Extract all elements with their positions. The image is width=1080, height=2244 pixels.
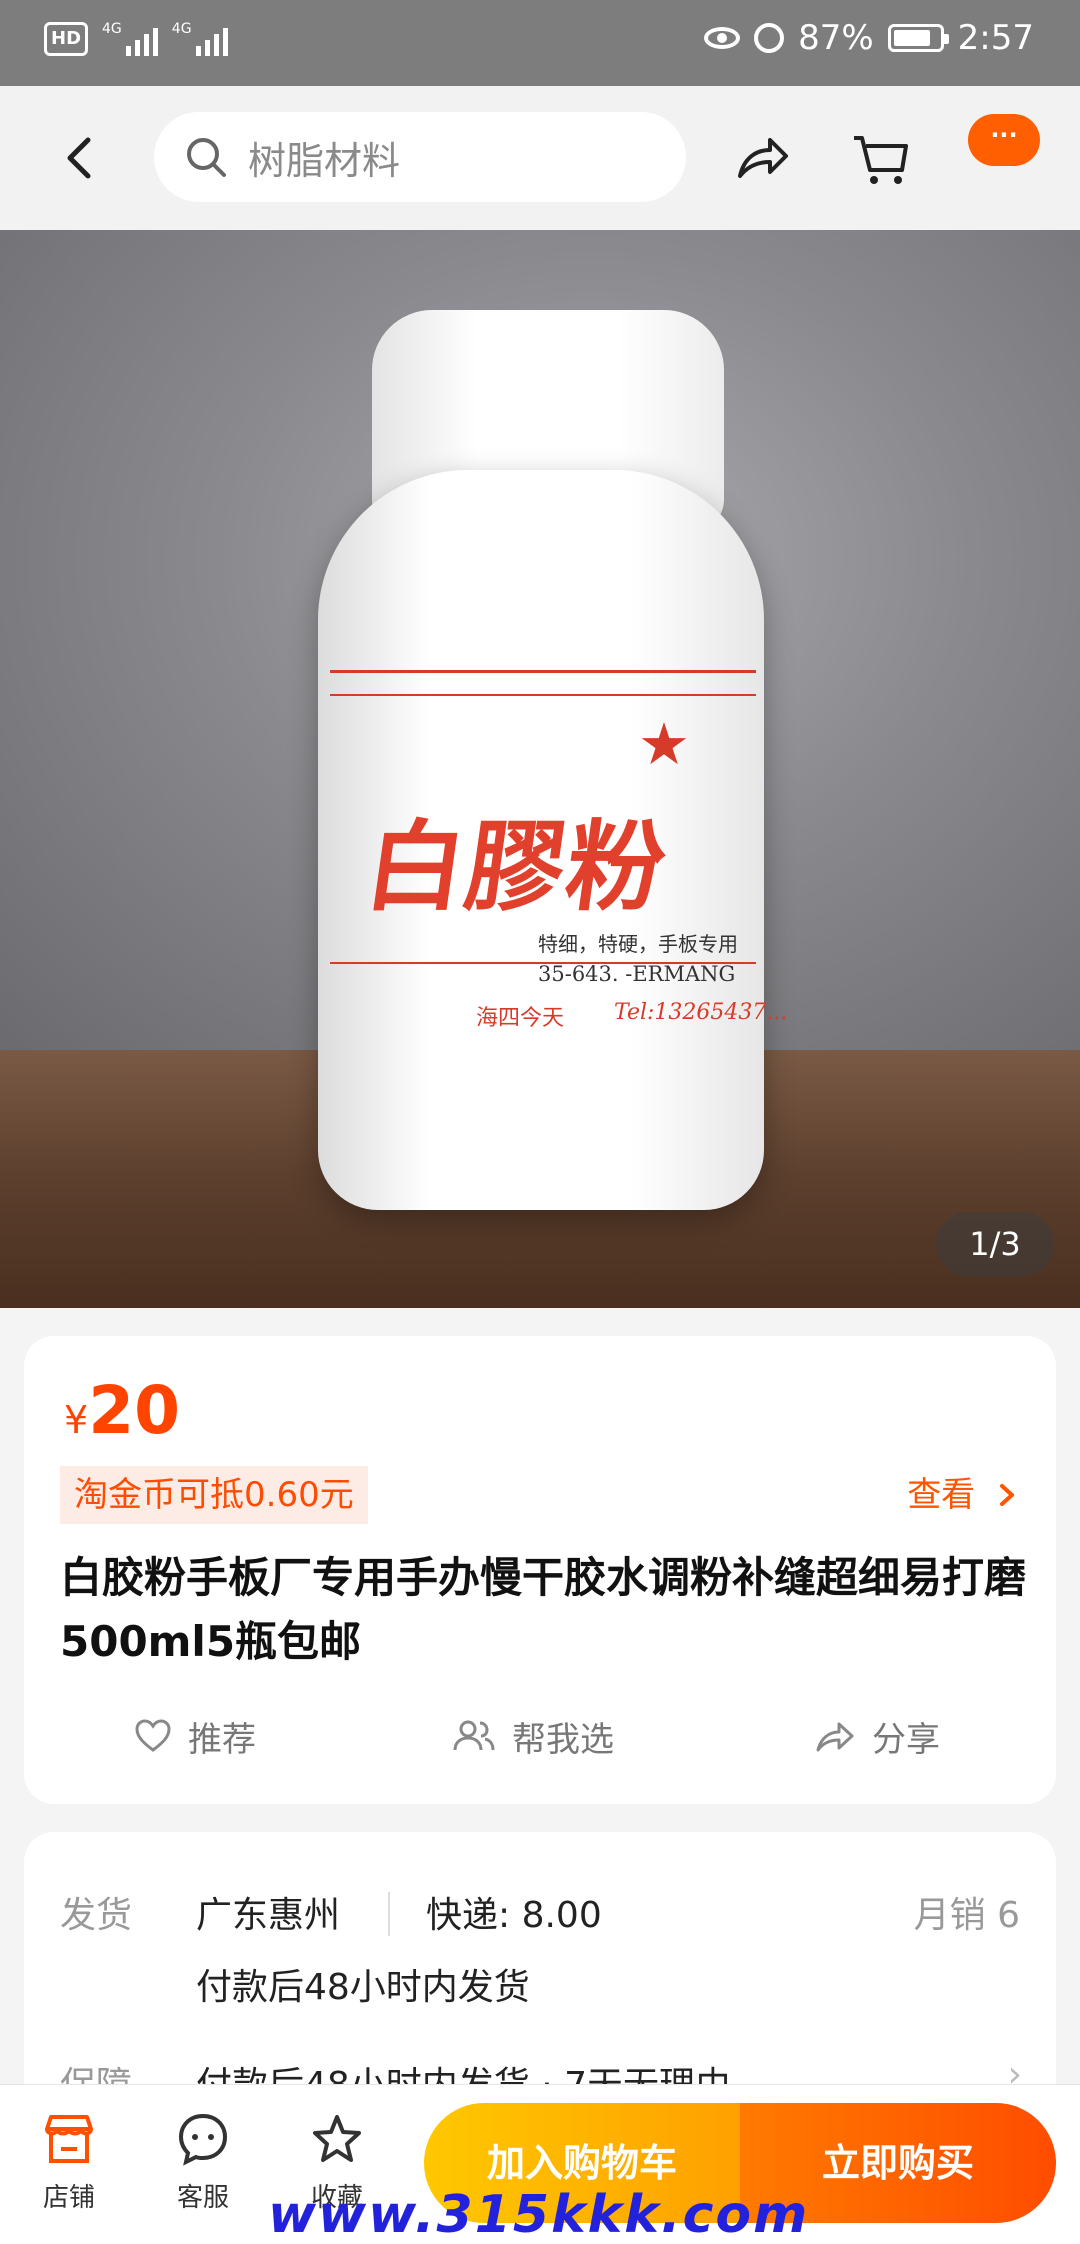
image-counter: 1/3 bbox=[936, 1212, 1054, 1276]
people-icon bbox=[453, 1720, 495, 1751]
product-title: 白胶粉手板厂专用手办慢干胶水调粉补缝超细易打磨500ml5瓶包邮 bbox=[60, 1553, 1027, 1666]
network-label: 4G bbox=[171, 21, 192, 37]
battery-percent: 87% bbox=[798, 18, 874, 58]
shop-label: 店铺 bbox=[42, 2183, 95, 2213]
shipping-label: 发货 bbox=[60, 1895, 133, 1936]
monthly-sales: 月销 6 bbox=[913, 1895, 1020, 1936]
watermark: www.315kkk.com bbox=[268, 2185, 810, 2244]
view-coupon-link[interactable]: 查看 bbox=[907, 1470, 1020, 1520]
heart-icon bbox=[135, 1719, 171, 1752]
product-actions: 推荐 帮我选 分享 bbox=[24, 1696, 1056, 1776]
share-label: 分享 bbox=[872, 1719, 940, 1760]
share-icon bbox=[738, 138, 788, 178]
help-choose-button[interactable]: 帮我选 bbox=[452, 1696, 614, 1776]
battery-icon bbox=[887, 24, 949, 52]
share-action-button[interactable]: 分享 bbox=[814, 1696, 940, 1776]
signal-icon: 4G bbox=[172, 22, 228, 56]
more-button[interactable]: ··· bbox=[968, 114, 1040, 166]
divider bbox=[388, 1892, 390, 1936]
shop-icon bbox=[45, 2115, 93, 2163]
label-tel: Tel:13265437... bbox=[614, 1000, 788, 1025]
label-text: 35-643. -ERMANG bbox=[538, 962, 736, 986]
price-card: ¥20 淘金币可抵0.60元 查看 白胶粉手板厂专用手办慢干胶水调粉补缝超细易打… bbox=[24, 1336, 1056, 1804]
search-placeholder: 树脂材料 bbox=[248, 138, 401, 183]
hd-icon: HD bbox=[44, 22, 89, 56]
shipping-fee: 快递: 8.00 bbox=[426, 1895, 602, 1936]
price-symbol: ¥ bbox=[64, 1398, 89, 1442]
shipping-time: 付款后48小时内发货 bbox=[196, 1967, 530, 2008]
price-value: 20 bbox=[88, 1372, 181, 1449]
service-label: 客服 bbox=[176, 2183, 229, 2213]
view-label: 查看 bbox=[907, 1475, 976, 1515]
cart-button[interactable] bbox=[848, 126, 914, 192]
recommend-label: 推荐 bbox=[188, 1719, 256, 1760]
service-tab[interactable]: 客服 bbox=[148, 2111, 258, 2214]
chat-bubble-icon bbox=[178, 2113, 228, 2166]
cart-icon bbox=[854, 136, 908, 184]
shipping-location: 广东惠州 bbox=[196, 1895, 341, 1936]
clock: 2:57 bbox=[957, 18, 1034, 58]
chevron-right-icon bbox=[1000, 1484, 1014, 1506]
top-nav: 树脂材料 ··· bbox=[0, 86, 1080, 230]
bottle-label: ★ 白膠粉 特细，特硬，手板专用 35-643. -ERMANG 海四今天 Te… bbox=[330, 670, 787, 1031]
status-left: HD 4G 4G bbox=[44, 22, 228, 56]
label-title: 白膠粉 bbox=[358, 810, 675, 925]
search-bar[interactable]: 树脂材料 bbox=[154, 112, 686, 202]
coin-discount-tag: 淘金币可抵0.60元 bbox=[60, 1466, 368, 1524]
back-button[interactable] bbox=[54, 130, 110, 186]
help-choose-label: 帮我选 bbox=[512, 1719, 614, 1760]
signal-icon: 4G bbox=[102, 22, 158, 56]
star-icon bbox=[313, 2115, 361, 2162]
status-bar: HD 4G 4G 87% 2:57 bbox=[0, 0, 1080, 86]
star-logo-icon: ★ bbox=[638, 710, 690, 778]
product-image-gallery[interactable]: ★ 白膠粉 特细，特硬，手板专用 35-643. -ERMANG 海四今天 Te… bbox=[0, 230, 1080, 1308]
recommend-button[interactable]: 推荐 bbox=[134, 1696, 256, 1776]
label-brand: 海四今天 bbox=[476, 1006, 565, 1031]
share-icon bbox=[816, 1722, 854, 1752]
status-right: 87% 2:57 bbox=[704, 18, 1034, 58]
search-icon bbox=[187, 138, 226, 177]
network-label: 4G bbox=[102, 21, 122, 37]
back-arrow-icon bbox=[67, 137, 91, 179]
share-button[interactable] bbox=[730, 126, 794, 190]
price: ¥20 bbox=[64, 1372, 180, 1449]
shop-tab[interactable]: 店铺 bbox=[14, 2111, 124, 2214]
eye-comfort-icon bbox=[704, 27, 741, 49]
alarm-icon bbox=[754, 23, 785, 53]
label-text: 特细，特硬，手板专用 bbox=[538, 932, 738, 956]
product-page: HD 4G 4G 87% 2:57 树脂材料 ··· ★ 白膠粉 特细，特硬，手… bbox=[0, 0, 1080, 2244]
